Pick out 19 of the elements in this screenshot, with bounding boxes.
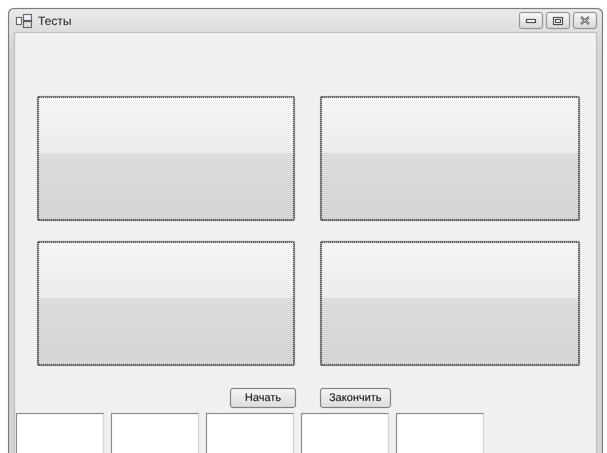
blank-button[interactable] [37,241,295,366]
blank-button[interactable] [37,96,295,221]
blank-button[interactable] [320,96,580,221]
text-box[interactable] [301,413,389,453]
maximize-button[interactable] [546,12,570,29]
text-box[interactable] [111,413,199,453]
form-button[interactable]: Начать [230,388,296,408]
close-icon [580,16,590,25]
minimize-button[interactable] [519,12,543,29]
blank-button[interactable] [320,241,580,366]
text-box[interactable] [396,413,484,453]
window-title: Тесты [38,12,72,30]
form-button[interactable]: Закончить [320,388,391,408]
text-box[interactable] [16,413,104,453]
minimize-icon [526,18,536,24]
close-button[interactable] [573,12,597,29]
app-icon [16,14,32,28]
text-box[interactable] [206,413,294,453]
maximize-icon [553,16,563,24]
